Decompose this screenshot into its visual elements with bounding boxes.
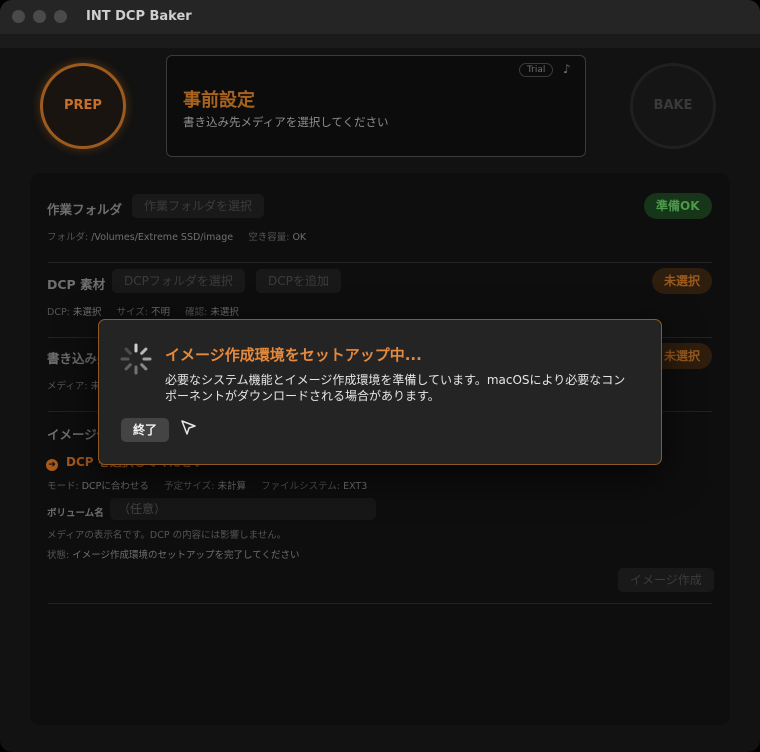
quit-button[interactable]: 終了 — [121, 418, 169, 442]
dcp-status-badge: 未選択 — [652, 268, 713, 294]
work-folder-title: 作業フォルダ — [47, 202, 123, 217]
zoom-window-button[interactable] — [54, 10, 67, 23]
divider — [48, 262, 712, 263]
divider — [48, 603, 712, 604]
volume-name-input[interactable]: （任意） — [110, 498, 376, 520]
dcp-meta: DCP: 未選択 サイズ: 不明 確認: 未選択 — [47, 307, 239, 318]
title-bar: INT DCP Baker — [0, 0, 760, 34]
status-subtitle: 書き込み先メディアを選択してください — [183, 115, 389, 129]
prep-label: PREP — [64, 98, 102, 113]
volume-name-label: ボリューム名 — [47, 508, 104, 519]
mouse-cursor-icon — [181, 420, 196, 435]
create-image-button[interactable]: イメージ作成 — [618, 568, 714, 592]
setup-dialog: イメージ作成環境をセットアップ中... 必要なシステム機能とイメージ作成環境を準… — [98, 319, 662, 465]
status-title: 事前設定 — [183, 90, 255, 111]
image-meta: モード: DCPに合わせる 予定サイズ: 未計算 ファイルシステム: EXT3 — [47, 481, 368, 492]
toolbar-band — [0, 34, 760, 48]
window-title: INT DCP Baker — [86, 9, 192, 24]
volume-help-text: メディアの表示名です。DCP の内容には影響しません。 — [47, 530, 287, 541]
arrow-right-icon: ➜ — [46, 459, 58, 471]
state-line: 状態: イメージ作成環境のセットアップを完了してください — [47, 550, 300, 561]
dialog-title: イメージ作成環境をセットアップ中... — [165, 346, 422, 364]
app-window: INT DCP Baker PREP 事前設定 書き込み先メディアを選択してくだ… — [0, 0, 760, 752]
work-folder-status-badge: 準備OK — [644, 193, 712, 219]
trial-badge: Trial — [519, 63, 554, 77]
work-folder-meta: フォルダ: /Volumes/Extreme SSD/image 空き容量: O… — [47, 232, 307, 243]
dialog-message: 必要なシステム機能とイメージ作成環境を準備しています。macOSにより必要なコン… — [165, 373, 626, 403]
close-window-button[interactable] — [12, 10, 25, 23]
prep-button[interactable]: PREP — [40, 63, 126, 149]
note-icon[interactable]: ♪ — [563, 62, 571, 76]
add-dcp-button[interactable]: DCPを追加 — [256, 269, 341, 293]
spinner-icon — [120, 343, 152, 375]
select-dcp-folder-button[interactable]: DCPフォルダを選択 — [112, 269, 245, 293]
bake-button[interactable]: BAKE — [630, 63, 716, 149]
select-work-folder-button[interactable]: 作業フォルダを選択 — [132, 194, 265, 218]
bake-label: BAKE — [653, 98, 693, 113]
minimize-window-button[interactable] — [33, 10, 46, 23]
status-panel: 事前設定 書き込み先メディアを選択してください Trial ♪ — [166, 55, 586, 157]
dcp-source-title: DCP 素材 — [47, 277, 106, 292]
